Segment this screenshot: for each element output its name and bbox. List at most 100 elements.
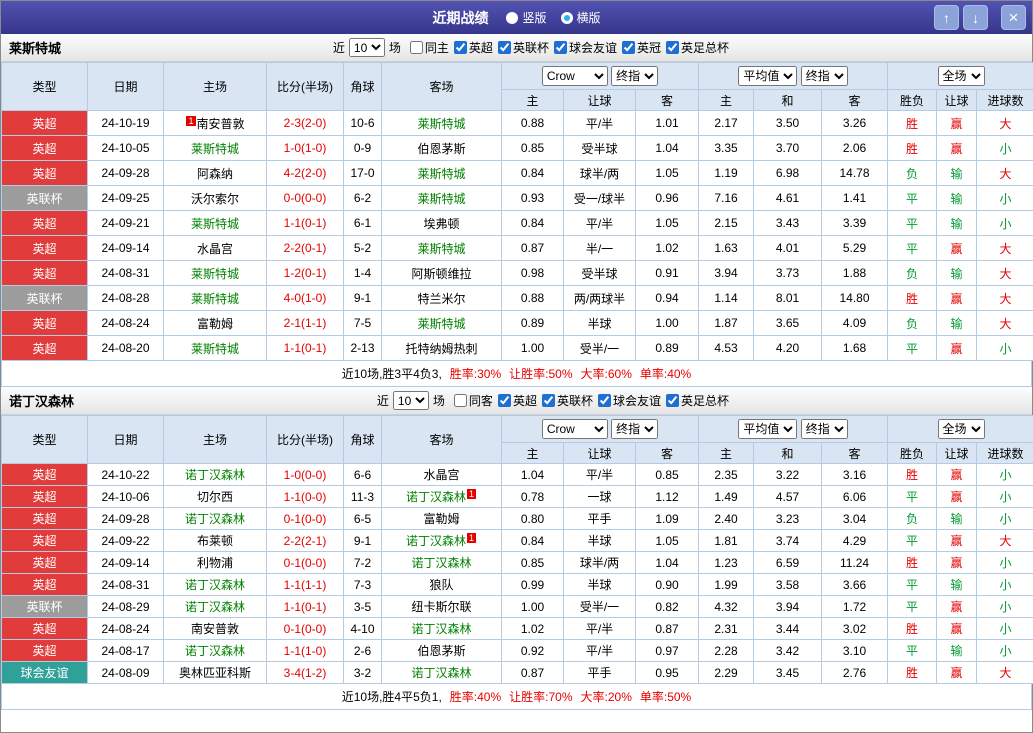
- goals-result: 小: [976, 335, 1033, 361]
- handicap-result: 输: [936, 160, 978, 186]
- checkbox-input[interactable]: [497, 393, 511, 407]
- result: 胜: [887, 110, 938, 136]
- scope-select[interactable]: 全场: [937, 419, 985, 439]
- asian-home-odds: 1.04: [501, 463, 564, 486]
- corners: 6-6: [343, 463, 382, 486]
- euro-home-odds: 1.81: [698, 529, 755, 552]
- match-row: 英超 24-09-28 阿森纳 4-2(2-0) 17-0 莱斯特城 0.84 …: [1, 160, 1033, 186]
- filter-checkbox[interactable]: 球会友谊: [597, 392, 661, 409]
- euro-draw-odds: 3.22: [753, 463, 823, 486]
- match-count-select[interactable]: 10: [348, 38, 385, 57]
- filter-checkbox[interactable]: 英足总杯: [665, 39, 729, 56]
- checkbox-input[interactable]: [453, 40, 467, 54]
- goals-result: 大: [976, 110, 1033, 136]
- checkbox-input[interactable]: [621, 40, 635, 54]
- filter-checkbox[interactable]: 英足总杯: [665, 392, 729, 409]
- competition-badge: 英联杯: [1, 285, 88, 311]
- filter-checkbox[interactable]: 英联杯: [497, 39, 549, 56]
- sub-handicap: 让球: [936, 89, 978, 111]
- summary-row: 近10场,胜3平4负3, 胜率:30% 让胜率:50% 大率:60% 单率:40%: [1, 361, 1032, 387]
- checkbox-input[interactable]: [497, 40, 511, 54]
- team-name-text: 切尔西: [196, 490, 233, 504]
- euro-final-select[interactable]: 终指: [800, 419, 848, 439]
- filter-checkbox[interactable]: 球会友谊: [553, 39, 617, 56]
- filter-checkbox[interactable]: 英超: [453, 39, 493, 56]
- bookmaker-select[interactable]: Crow: [541, 419, 608, 439]
- title-group: 近期战绩 竖版 横版: [432, 8, 600, 28]
- checkbox-input[interactable]: [665, 393, 679, 407]
- asian-final-select[interactable]: 终指: [611, 66, 659, 86]
- checkbox-input[interactable]: [553, 40, 567, 54]
- close-button[interactable]: ×: [1001, 5, 1026, 30]
- team-name-text: 奥林匹亚科斯: [178, 666, 251, 680]
- checkbox-input[interactable]: [665, 40, 679, 54]
- move-down-button[interactable]: ↓: [963, 5, 988, 30]
- euro-average-select[interactable]: 平均值: [738, 419, 798, 439]
- competition-badge: 英联杯: [1, 185, 88, 211]
- asian-away-odds: 1.05: [634, 210, 700, 236]
- asian-away-odds: 1.04: [634, 135, 700, 161]
- filter-checkbox[interactable]: 同客: [453, 392, 493, 409]
- match-date: 24-10-19: [87, 110, 164, 136]
- checkbox-label: 英冠: [636, 40, 661, 55]
- handicap-result: 赢: [936, 485, 978, 508]
- checkbox-input[interactable]: [453, 393, 467, 407]
- euro-away-odds: 14.78: [821, 160, 889, 186]
- away-team: 狼队: [381, 573, 502, 596]
- team-name: 诺丁汉森林: [9, 394, 75, 409]
- away-team: 伯恩茅斯: [381, 135, 502, 161]
- section-header-bar: 莱斯特城 近 10 场 同主 英超 英联杯 球会友谊 英冠 英足总杯: [1, 34, 1032, 62]
- corners: 2-6: [343, 639, 382, 662]
- subject-team-name: 莱斯特城: [190, 141, 239, 156]
- scope-select[interactable]: 全场: [937, 66, 985, 86]
- filter-checkbox[interactable]: 英超: [497, 392, 537, 409]
- euro-draw-odds: 3.58: [753, 573, 823, 596]
- euro-away-odds: 3.16: [821, 463, 889, 486]
- asian-away-odds: 1.05: [634, 160, 700, 186]
- corners: 6-1: [343, 210, 382, 236]
- filter-checkbox[interactable]: 英冠: [621, 39, 661, 56]
- home-team: 莱斯特城: [163, 285, 267, 311]
- euro-away-odds: 1.72: [821, 595, 889, 618]
- asian-home-odds: 0.89: [501, 310, 564, 336]
- sub-asian-handicap: 让球: [563, 442, 636, 464]
- competition-badge: 英超: [1, 260, 88, 286]
- bookmaker-select[interactable]: Crow: [541, 66, 608, 86]
- euro-draw-odds: 3.45: [753, 661, 823, 684]
- team-name: 莱斯特城: [9, 41, 62, 56]
- team-name-text: 阿森纳: [196, 166, 233, 181]
- move-up-button[interactable]: ↑: [934, 5, 959, 30]
- sections: 莱斯特城 近 10 场 同主 英超 英联杯 球会友谊 英冠 英足总杯 类型 日期 主场: [1, 34, 1033, 710]
- layout-radio-horizontal[interactable]: 横版: [560, 9, 601, 26]
- euro-final-select[interactable]: 终指: [800, 66, 848, 86]
- filter-checkbox[interactable]: 英联杯: [541, 392, 593, 409]
- goals-result: 大: [976, 160, 1033, 186]
- match-count-select[interactable]: 10: [392, 391, 429, 410]
- score: 2-2(2-1): [266, 529, 344, 552]
- match-date: 24-08-28: [87, 285, 164, 311]
- asian-final-select[interactable]: 终指: [611, 419, 659, 439]
- layout-radio-vertical[interactable]: 竖版: [506, 9, 547, 26]
- corners: 6-2: [343, 185, 382, 211]
- match-date: 24-09-14: [87, 551, 164, 574]
- corners: 9-1: [343, 529, 382, 552]
- competition-badge: 英超: [1, 639, 88, 662]
- checkbox-input[interactable]: [597, 393, 611, 407]
- summary-stat: 单率:50%: [639, 690, 692, 704]
- euro-average-select[interactable]: 平均值: [738, 66, 798, 86]
- asian-away-odds: 0.89: [634, 335, 700, 361]
- filter-checkbox[interactable]: 同主: [409, 39, 449, 56]
- checkbox-input[interactable]: [541, 393, 555, 407]
- team-name-text: 南安普敦: [196, 116, 245, 131]
- checkbox-input[interactable]: [409, 40, 423, 54]
- euro-home-odds: 2.40: [698, 507, 755, 530]
- match-date: 24-08-17: [87, 639, 164, 662]
- team-name-text: 富勒姆: [196, 316, 233, 331]
- euro-home-odds: 2.31: [698, 617, 755, 640]
- match-date: 24-10-05: [87, 135, 164, 161]
- home-team: 莱斯特城: [163, 135, 267, 161]
- home-team: 布莱顿: [163, 529, 267, 552]
- match-row: 英超 24-08-24 富勒姆 2-1(1-1) 7-5 莱斯特城 0.89 半…: [1, 310, 1033, 336]
- competition-badge: 英联杯: [1, 595, 88, 618]
- match-row: 英超 24-10-22 诺丁汉森林 1-0(0-0) 6-6 水晶宫 1.04 …: [1, 463, 1033, 486]
